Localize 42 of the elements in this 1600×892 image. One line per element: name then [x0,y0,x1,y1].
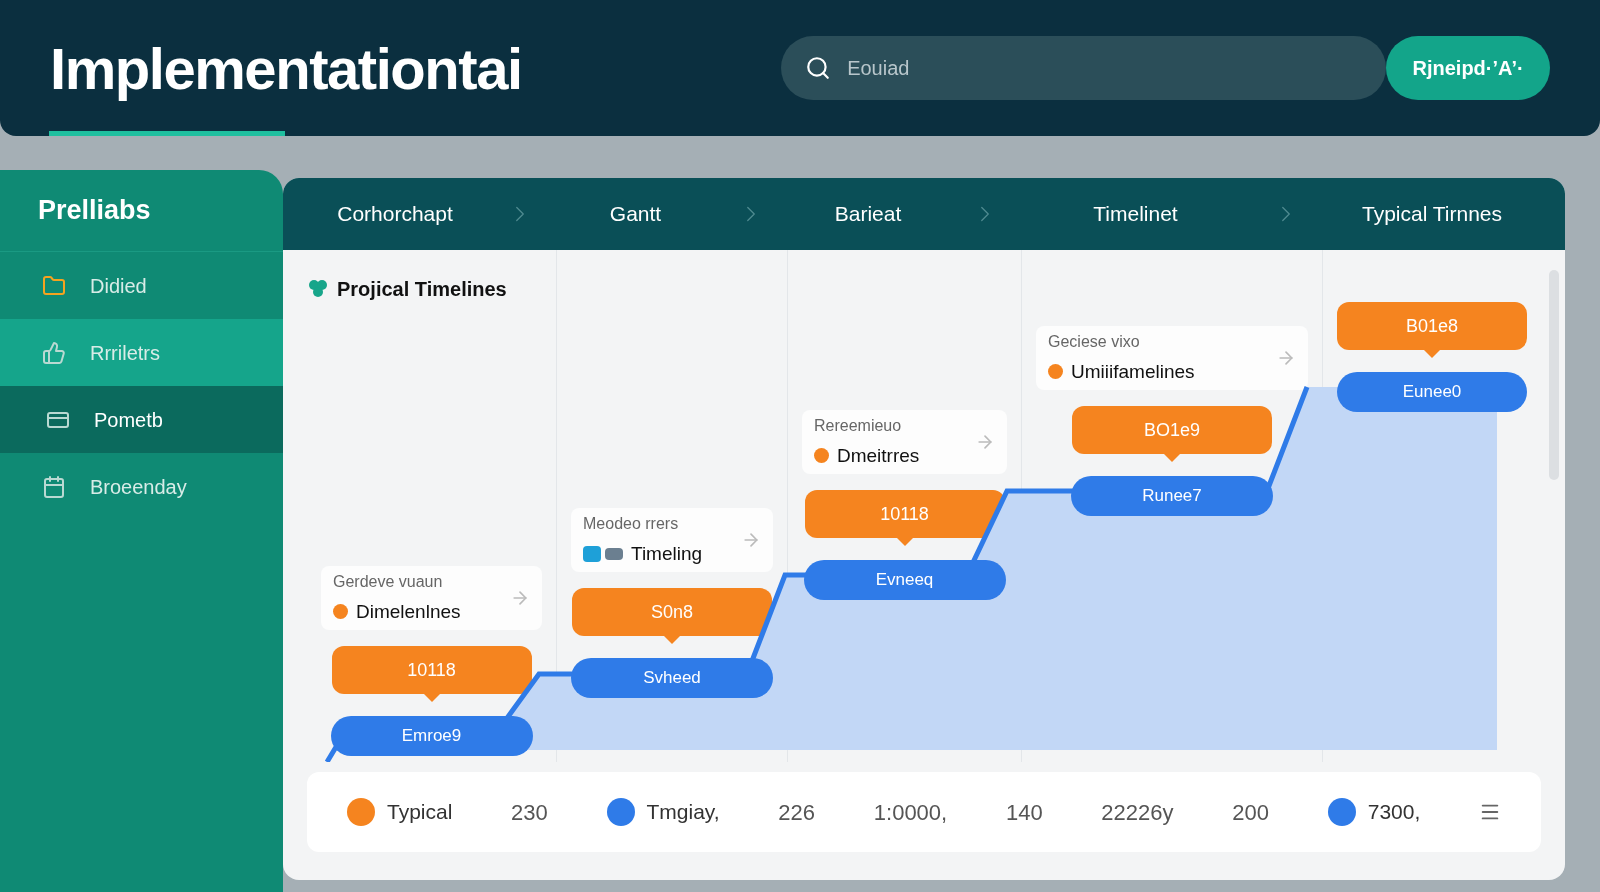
stage-label: Timeling [631,541,703,566]
stage-pill: Svheed [571,658,773,698]
legend-label: 7300, [1367,799,1421,826]
tab[interactable]: Typical Tirnnes [1299,198,1565,230]
stage-card[interactable]: Rereemieuo Dmeitrres [802,409,1007,474]
clover-icon [307,278,329,300]
legend-value: 200 [1232,798,1269,827]
stage-card[interactable]: Gerdeve vuaun Dimelenlnes [321,565,542,630]
legend-label: Typical [387,799,453,826]
legend-value: 226 [778,798,816,827]
tab[interactable]: Timelinet [998,198,1273,230]
stage-caption: Geciese vixo [1048,331,1141,352]
stage-caption: Meodeo rrers [583,513,680,534]
stage-caption: Gerdeve vuaun [333,571,444,592]
legend-value: 1:0000, [873,798,948,827]
stage-card[interactable]: Meodeo rrers Timeling [571,507,773,572]
app-title: Implementationtai [50,34,523,103]
calendar-icon [42,474,66,499]
tab[interactable]: Barieat [764,198,972,230]
chart-title: Projical Timelines [337,277,507,302]
stage-pill: Eunee0 [1337,372,1527,412]
legend-value: 140 [1005,798,1043,827]
tab[interactable]: Corhorchapt [283,198,507,230]
thumb-icon [42,340,66,365]
stage-label: Dimelenlnes [356,599,461,624]
tab[interactable]: Gantt [533,198,738,230]
stage-pill: Emroe9 [330,716,533,756]
legend-value: 22226y [1101,798,1174,827]
sidebar-title: Prelliabs [38,194,151,228]
stage-label: Umiiifamelines [1071,359,1195,384]
search-icon [805,55,832,81]
legend-value: 230 [511,798,548,827]
chart-icons-icon [583,545,623,562]
stage-caption: Rereemieuo [814,415,903,436]
stage-label: Dmeitrres [837,443,920,468]
stage-pill: Runee7 [1071,476,1273,516]
legend-label: Tmgiay, [646,799,720,826]
search-field[interactable]: Eouiad [781,36,1387,100]
stage-pill: Evneeq [803,560,1006,600]
sidebar-item[interactable]: Pometb [0,386,283,453]
stage-card[interactable]: Geciese vixo Umiiifamelines [1036,325,1308,390]
folder-icon [42,273,66,298]
